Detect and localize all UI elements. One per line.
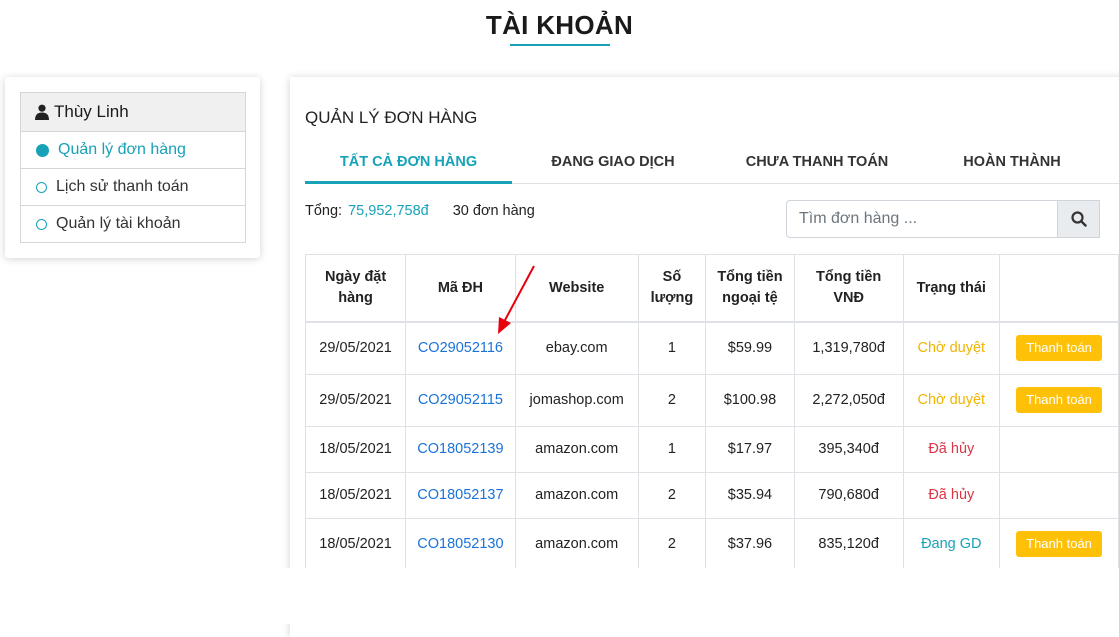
cell-website: amazon.com bbox=[514, 517, 639, 571]
cell-date: 29/05/2021 bbox=[304, 321, 407, 375]
tab-all-orders[interactable]: TẤT CẢ ĐƠN HÀNG bbox=[305, 145, 512, 184]
sidebar-item-orders[interactable]: Quản lý đơn hàng bbox=[21, 132, 245, 169]
pay-button[interactable]: Thanh toán bbox=[1016, 387, 1102, 413]
cell-action: Thanh toán bbox=[999, 321, 1119, 375]
order-summary: Tổng: 75,952,758đ 30 đơn hàng bbox=[305, 203, 535, 219]
table-header-row: Ngày đặt hàng Mã ĐH Website Số lượng Tổng … bbox=[304, 254, 1119, 323]
sidebar-item-account[interactable]: Quản lý tài khoản bbox=[21, 206, 245, 242]
order-code-link[interactable]: CO18052137 bbox=[405, 471, 516, 519]
cell-vnd-total: 2,272,050đ bbox=[793, 373, 904, 427]
user-icon bbox=[35, 104, 49, 120]
total-label: Tổng: bbox=[305, 203, 343, 219]
cell-foreign-total: $17.97 bbox=[705, 425, 795, 473]
cell-vnd-total: 1,319,780đ bbox=[793, 321, 904, 375]
table-row: 18/05/2021 CO18052130 amazon.com 2 $37.9… bbox=[304, 517, 1119, 571]
col-header-action bbox=[999, 254, 1119, 323]
status-label: Đã hủy bbox=[902, 471, 1001, 519]
cell-qty: 2 bbox=[637, 517, 707, 571]
cell-date: 18/05/2021 bbox=[304, 471, 407, 519]
tab-unpaid[interactable]: CHƯA THANH TOÁN bbox=[714, 145, 920, 181]
cell-date: 18/05/2021 bbox=[304, 517, 407, 571]
cell-website: amazon.com bbox=[514, 425, 639, 473]
sidebar-item-label: Quản lý tài khoản bbox=[56, 215, 181, 232]
title-underline bbox=[510, 44, 610, 46]
radio-dot-icon bbox=[36, 218, 47, 230]
cell-website: amazon.com bbox=[514, 471, 639, 519]
sidebar-menu: Thùy Linh Quản lý đơn hàng Lịch sử thanh… bbox=[20, 92, 246, 243]
cell-foreign-total: $59.99 bbox=[705, 321, 795, 375]
status-label: Chờ duyệt bbox=[902, 373, 1001, 427]
order-tabs: TẤT CẢ ĐƠN HÀNG ĐANG GIAO DỊCH CHƯA THAN… bbox=[305, 145, 1119, 184]
order-code-link[interactable]: CO29052115 bbox=[405, 373, 516, 427]
table-row: 18/05/2021 CO18052137 amazon.com 2 $35.9… bbox=[304, 471, 1119, 519]
col-header-qty: Số lượng bbox=[637, 254, 707, 323]
cell-foreign-total: $35.94 bbox=[705, 471, 795, 519]
pay-button[interactable]: Thanh toán bbox=[1016, 335, 1102, 362]
bottom-blank bbox=[0, 568, 1119, 624]
col-header-date: Ngày đặt hàng bbox=[304, 254, 407, 323]
tab-completed[interactable]: HOÀN THÀNH bbox=[920, 145, 1104, 181]
status-label: Đang GD bbox=[902, 517, 1001, 571]
radio-dot-icon bbox=[36, 143, 49, 157]
user-header: Thùy Linh bbox=[21, 93, 245, 132]
cell-qty: 2 bbox=[637, 471, 707, 519]
search-group bbox=[786, 200, 1119, 238]
tab-in-progress[interactable]: ĐANG GIAO DỊCH bbox=[512, 145, 714, 181]
status-label: Chờ duyệt bbox=[902, 321, 1001, 375]
order-code-link[interactable]: CO18052139 bbox=[405, 425, 516, 473]
cell-action: Thanh toán bbox=[999, 373, 1119, 427]
search-input[interactable] bbox=[786, 200, 1058, 238]
radio-dot-icon bbox=[36, 181, 47, 193]
cell-date: 18/05/2021 bbox=[304, 425, 407, 473]
cell-vnd-total: 835,120đ bbox=[793, 517, 904, 571]
cell-foreign-total: $100.98 bbox=[705, 373, 795, 427]
cell-foreign-total: $37.96 bbox=[705, 517, 795, 571]
status-label: Đã hủy bbox=[902, 425, 1001, 473]
cell-action: Thanh toán bbox=[999, 517, 1119, 571]
cell-vnd-total: 395,340đ bbox=[793, 425, 904, 473]
col-header-status: Trạng thái bbox=[902, 254, 1001, 323]
annotation-arrow-icon bbox=[498, 265, 535, 334]
sidebar-item-payment-history[interactable]: Lịch sử thanh toán bbox=[21, 169, 245, 206]
search-button[interactable] bbox=[1057, 200, 1100, 238]
orders-table: Ngày đặt hàng Mã ĐH Website Số lượng Tổng … bbox=[304, 254, 1119, 571]
cell-qty: 1 bbox=[637, 321, 707, 375]
cell-date: 29/05/2021 bbox=[304, 373, 407, 427]
cell-qty: 2 bbox=[637, 373, 707, 427]
cell-vnd-total: 790,680đ bbox=[793, 471, 904, 519]
cell-qty: 1 bbox=[637, 425, 707, 473]
total-amount: 75,952,758đ bbox=[348, 203, 429, 219]
col-header-foreign-total: Tổng tiền ngoại tệ bbox=[705, 254, 795, 323]
cell-action bbox=[999, 425, 1119, 473]
table-row: 29/05/2021 CO29052116 ebay.com 1 $59.99 … bbox=[304, 321, 1119, 375]
page-title: TÀI KHOẢN bbox=[485, 10, 634, 40]
table-row: 18/05/2021 CO18052139 amazon.com 1 $17.9… bbox=[304, 425, 1119, 473]
section-title: QUẢN LÝ ĐƠN HÀNG bbox=[305, 108, 478, 127]
cell-action bbox=[999, 471, 1119, 519]
col-header-vnd-total: Tổng tiền VNĐ bbox=[793, 254, 904, 323]
table-row: 29/05/2021 CO29052115 jomashop.com 2 $10… bbox=[304, 373, 1119, 427]
cell-website: jomashop.com bbox=[514, 373, 639, 427]
user-name: Thùy Linh bbox=[54, 102, 129, 121]
sidebar-item-label: Lịch sử thanh toán bbox=[56, 178, 189, 195]
order-count: 30 đơn hàng bbox=[452, 203, 535, 219]
pay-button[interactable]: Thanh toán bbox=[1016, 531, 1102, 557]
search-icon bbox=[1070, 211, 1087, 227]
sidebar-item-label: Quản lý đơn hàng bbox=[58, 141, 186, 158]
order-code-link[interactable]: CO18052130 bbox=[405, 517, 516, 571]
